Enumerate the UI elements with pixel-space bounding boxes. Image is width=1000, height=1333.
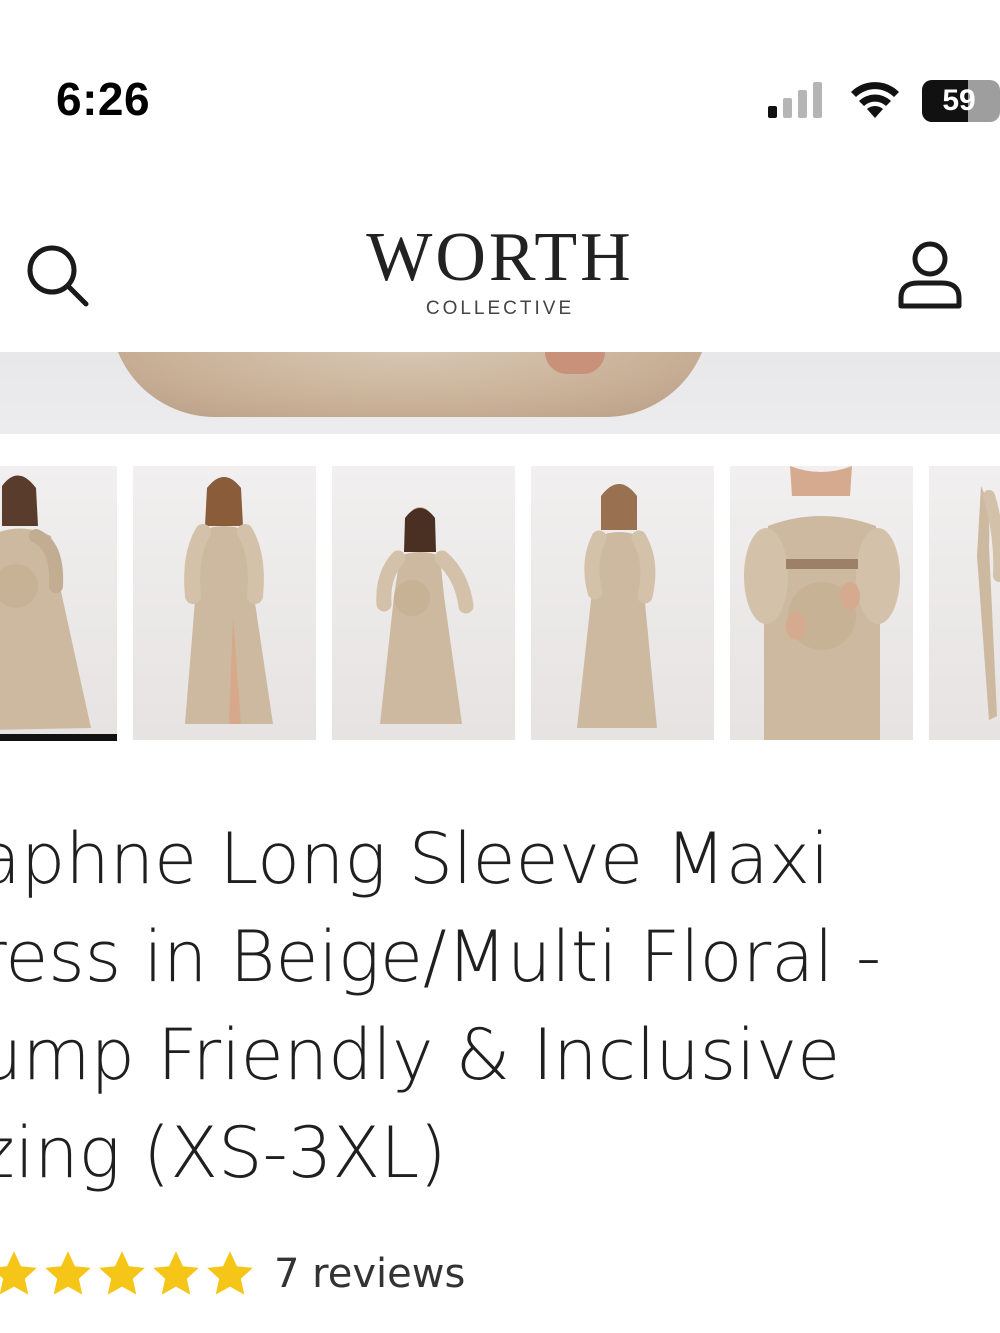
star-icon [99, 1251, 145, 1295]
wifi-icon [851, 82, 899, 118]
star-icon [153, 1251, 199, 1295]
rating-stars [0, 1248, 256, 1300]
user-icon[interactable] [890, 240, 970, 310]
status-time: 6:26 [56, 73, 151, 125]
selected-thumbnail-indicator [0, 734, 117, 741]
main-product-image[interactable] [0, 352, 1000, 434]
search-icon[interactable] [22, 240, 92, 310]
reviews-link[interactable]: 7 reviews [274, 1251, 465, 1297]
thumbnail-4[interactable] [531, 466, 714, 740]
site-header: WORTH COLLECTIVE [0, 190, 1000, 340]
status-bar: 6:26 59 [0, 0, 1000, 150]
battery-level: 59 [942, 84, 976, 117]
thumbnail-6[interactable] [929, 466, 1000, 740]
star-icon [45, 1251, 91, 1295]
thumbnail-5[interactable] [730, 466, 913, 740]
product-rating[interactable]: 7 reviews [0, 1246, 465, 1302]
brand-logo[interactable]: WORTH COLLECTIVE [300, 220, 700, 320]
brand-subtitle: COLLECTIVE [425, 298, 575, 319]
dress-hem-image [110, 352, 710, 417]
brand-name: WORTH [366, 219, 634, 296]
product-title: aphne Long Sleeve Maxi ress in Beige/Mul… [0, 818, 882, 1194]
thumbnail-2[interactable] [133, 466, 316, 740]
star-icon [0, 1251, 37, 1295]
thumbnail-3[interactable] [332, 466, 515, 740]
battery-icon: 59 [922, 80, 1000, 122]
thumbnail-1[interactable] [0, 466, 117, 740]
cellular-signal-icon [768, 82, 822, 118]
star-icon [207, 1251, 253, 1295]
thumbnail-gallery [0, 466, 1000, 742]
